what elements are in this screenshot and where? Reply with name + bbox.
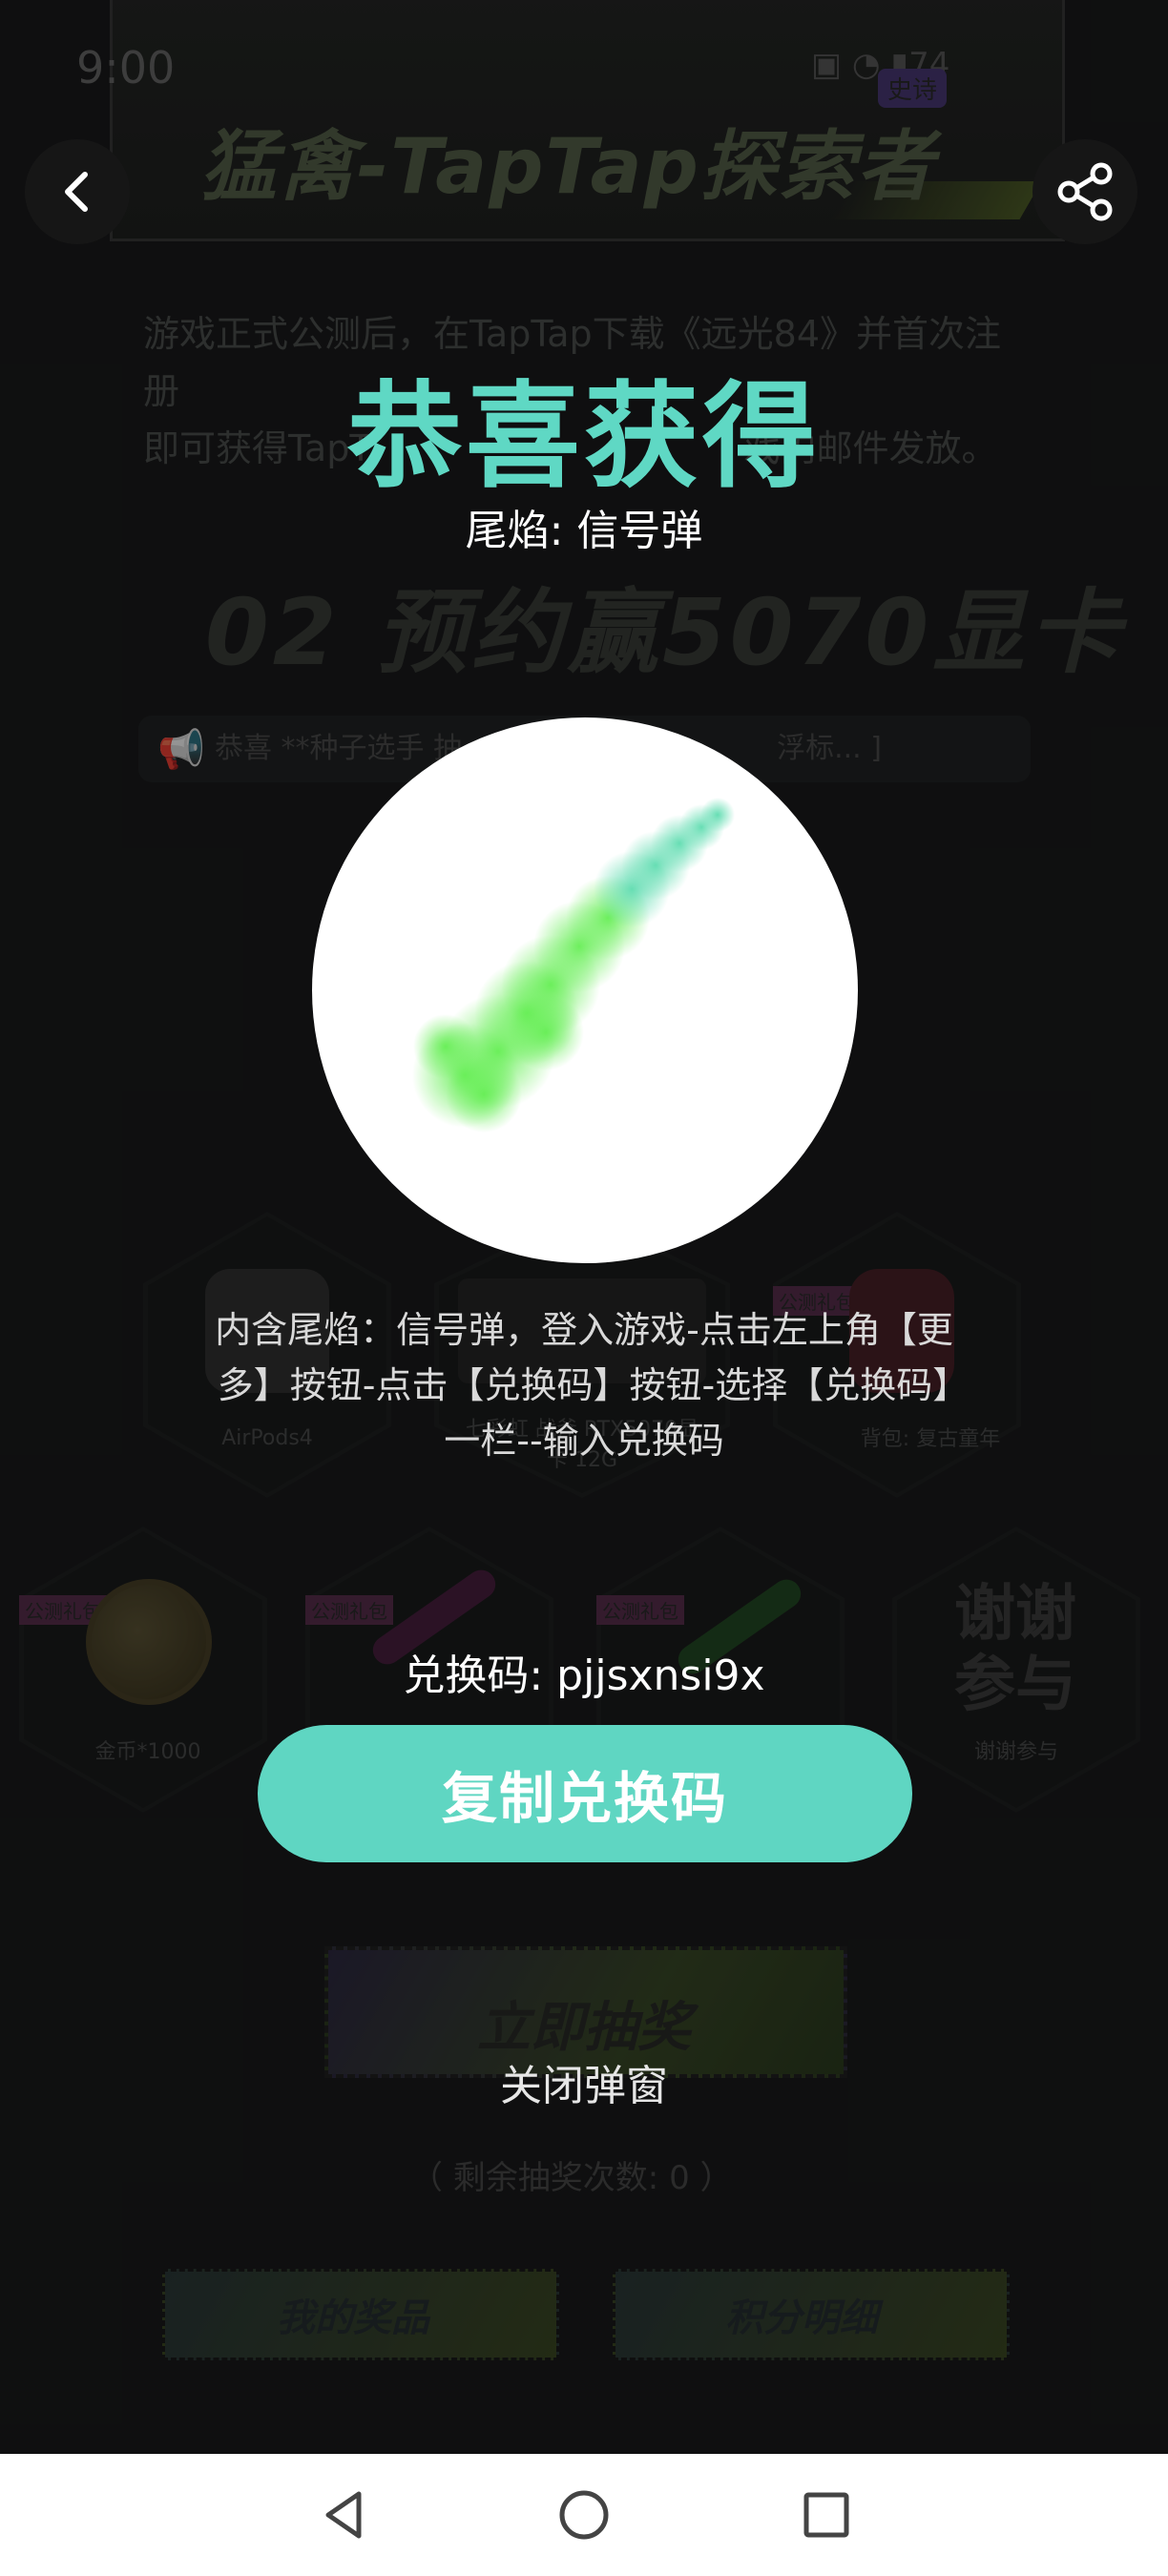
- share-button[interactable]: [1032, 139, 1137, 244]
- redeem-instructions: 内含尾焰：信号弹，登入游戏-点击左上角【更多】按钮-点击【兑换码】按钮-选择【兑…: [215, 1309, 953, 1462]
- redeem-code: 兑换码: pjjsxnsi9x: [403, 1652, 765, 1700]
- nav-recents-icon[interactable]: [798, 2486, 855, 2544]
- back-chevron-icon: [65, 172, 88, 212]
- reward-name: 尾焰: 信号弹: [465, 507, 703, 555]
- system-nav-bar: [0, 2454, 1168, 2576]
- close-modal-link[interactable]: 关闭弹窗: [0, 2051, 1168, 2112]
- modal-title: 恭喜获得: [347, 371, 821, 504]
- nav-home-icon[interactable]: [555, 2486, 613, 2544]
- share-icon: [1057, 162, 1113, 221]
- flare-trail-image: [412, 798, 735, 1132]
- copy-code-button[interactable]: 复制兑换码: [258, 1725, 912, 1862]
- reward-image: [312, 717, 858, 1263]
- back-button[interactable]: [25, 139, 130, 244]
- nav-back-icon[interactable]: [315, 2486, 372, 2544]
